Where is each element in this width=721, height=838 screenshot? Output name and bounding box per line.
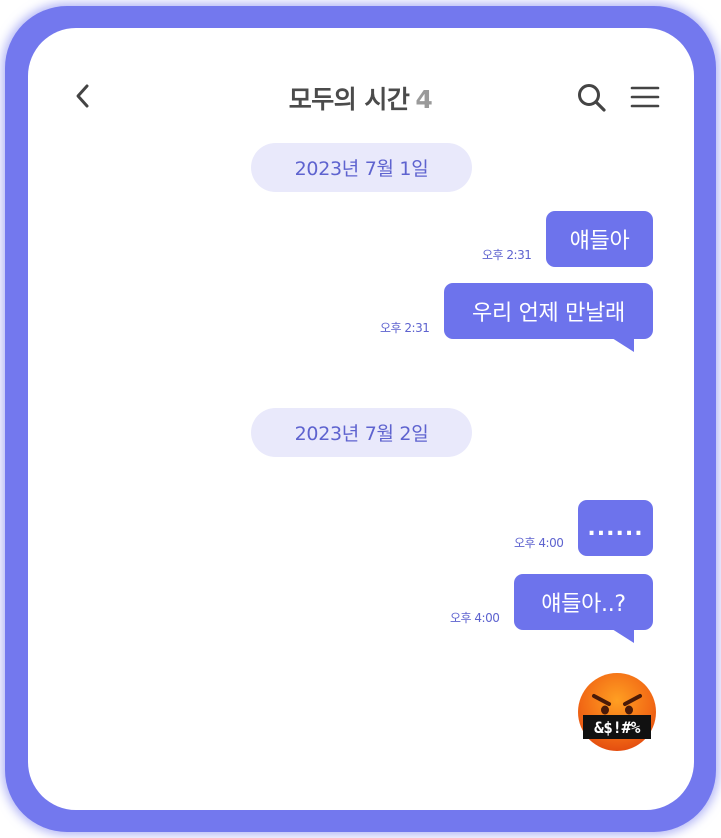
message-time: 오후 4:00 [450, 611, 500, 625]
search-icon[interactable] [576, 82, 608, 114]
message-time: 오후 2:31 [380, 321, 430, 335]
member-count: 4 [415, 85, 433, 114]
date-divider: 2023년 7월 2일 [251, 408, 472, 457]
message-bubble[interactable]: 얘들아 [546, 211, 653, 267]
angry-face-emoji-icon [578, 673, 656, 751]
hamburger-menu-icon[interactable] [630, 84, 660, 110]
message-bubble[interactable]: ...... [578, 500, 653, 556]
chat-room-name: 모두의 시간 [288, 85, 410, 114]
date-divider: 2023년 7월 1일 [251, 143, 472, 192]
angry-face-features [592, 694, 642, 715]
message-time: 오후 2:31 [482, 248, 532, 262]
bubble-tail [612, 338, 634, 352]
message-time: 오후 4:00 [514, 536, 564, 550]
message-bubble[interactable]: 우리 언제 만날래 [444, 283, 653, 339]
chat-title: 모두의 시간 4 [0, 80, 721, 116]
message-bubble[interactable]: 얘들아..? [514, 574, 653, 630]
censored-text-bar: &$!#% [583, 715, 651, 739]
bubble-tail [612, 629, 634, 643]
